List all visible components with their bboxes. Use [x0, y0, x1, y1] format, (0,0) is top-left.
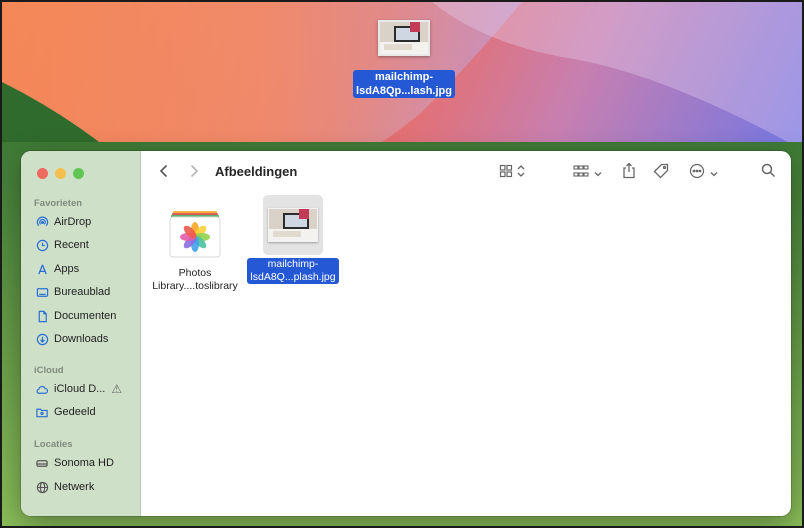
search-icon	[761, 163, 776, 183]
sidebar-item-label: Sonoma HD	[54, 457, 114, 469]
sidebar-item-label: AirDrop	[54, 216, 92, 228]
sidebar-section-icloud: iCloud	[34, 365, 64, 376]
group-button[interactable]	[573, 163, 602, 183]
file-label: Photos Library....toslibrary	[152, 267, 238, 292]
document-icon	[35, 309, 49, 323]
forward-button[interactable]	[189, 163, 199, 183]
zoom-button[interactable]	[73, 168, 84, 179]
sidebar-item-bureaublad[interactable]: Bureaublad	[35, 282, 139, 302]
sidebar-item-airdrop[interactable]: AirDrop	[35, 212, 139, 232]
desktop-file[interactable]: mailchimp- lsdA8Qp...lash.jpg	[350, 20, 458, 99]
warning-icon: ⚠	[111, 382, 123, 396]
chevron-down-icon	[710, 164, 718, 182]
window-controls	[37, 168, 84, 179]
shared-folder-icon	[35, 405, 49, 419]
desktop: mailchimp- lsdA8Qp...lash.jpg Favorieten…	[0, 0, 804, 528]
sidebar-item-documenten[interactable]: Documenten	[35, 306, 139, 326]
tag-button[interactable]	[653, 163, 669, 183]
file-label-selected: mailchimp- lsdA8Q...plash.jpg	[247, 258, 339, 284]
view-mode-button[interactable]	[499, 163, 525, 183]
desktop-file-label: mailchimp- lsdA8Qp...lash.jpg	[353, 70, 455, 98]
icon-grid-icon	[499, 164, 513, 183]
sidebar-item-label: Documenten	[54, 310, 117, 322]
cloud-icon	[35, 382, 49, 396]
sidebar-section-favorieten: Favorieten	[34, 198, 83, 209]
apps-icon	[35, 262, 49, 276]
minimize-button[interactable]	[55, 168, 66, 179]
chevron-left-icon	[159, 164, 169, 183]
file-item-mailchimp-jpg[interactable]: mailchimp- lsdA8Q...plash.jpg	[245, 195, 341, 285]
chevron-updown-icon	[517, 164, 525, 182]
back-button[interactable]	[159, 163, 169, 183]
window-title: Afbeeldingen	[215, 164, 298, 179]
desktop-icon	[35, 285, 49, 299]
sidebar-item-apps[interactable]: Apps	[35, 259, 139, 279]
sidebar-item-label: iCloud D...	[54, 383, 106, 395]
sidebar-item-icloud-drive[interactable]: iCloud D... ⚠	[35, 379, 139, 399]
sidebar: Favorieten AirDrop Recent Apps Bureaubla…	[21, 151, 141, 516]
downloads-icon	[35, 332, 49, 346]
more-actions-button[interactable]	[689, 163, 718, 183]
airdrop-icon	[35, 215, 49, 229]
sidebar-item-recent[interactable]: Recent	[35, 235, 139, 255]
file-item-photos-library[interactable]: Photos Library....toslibrary	[147, 209, 243, 293]
clock-icon	[35, 238, 49, 252]
image-thumbnail-icon	[268, 208, 318, 242]
photos-library-icon	[167, 209, 223, 259]
close-button[interactable]	[37, 168, 48, 179]
sidebar-item-gedeeld[interactable]: Gedeeld	[35, 402, 139, 422]
network-icon	[35, 480, 49, 494]
finder-window: Favorieten AirDrop Recent Apps Bureaubla…	[21, 151, 791, 516]
sidebar-item-label: Apps	[54, 263, 80, 275]
sidebar-item-downloads[interactable]: Downloads	[35, 329, 139, 349]
chevron-down-icon	[594, 164, 602, 182]
disk-icon	[35, 456, 49, 470]
file-area: Photos Library....toslibrary mailchimp- …	[141, 195, 791, 516]
search-button[interactable]	[761, 163, 776, 183]
tag-icon	[653, 163, 669, 184]
sidebar-item-netwerk[interactable]: Netwerk	[35, 477, 139, 497]
sidebar-item-sonoma-hd[interactable]: Sonoma HD	[35, 453, 139, 473]
sidebar-item-label: Gedeeld	[54, 406, 96, 418]
chevron-right-icon	[189, 164, 199, 183]
toolbar: Afbeeldingen	[141, 151, 791, 195]
group-grid-icon	[573, 164, 589, 183]
selection-highlight	[263, 195, 323, 255]
share-button[interactable]	[622, 162, 636, 184]
sidebar-item-label: Bureaublad	[54, 286, 111, 298]
sidebar-item-label: Downloads	[54, 333, 109, 345]
ellipsis-circle-icon	[689, 163, 705, 184]
sidebar-item-label: Netwerk	[54, 481, 95, 493]
image-thumbnail-icon	[378, 20, 430, 56]
sidebar-section-locaties: Locaties	[34, 439, 73, 450]
sidebar-item-label: Recent	[54, 239, 89, 251]
share-icon	[622, 162, 636, 184]
